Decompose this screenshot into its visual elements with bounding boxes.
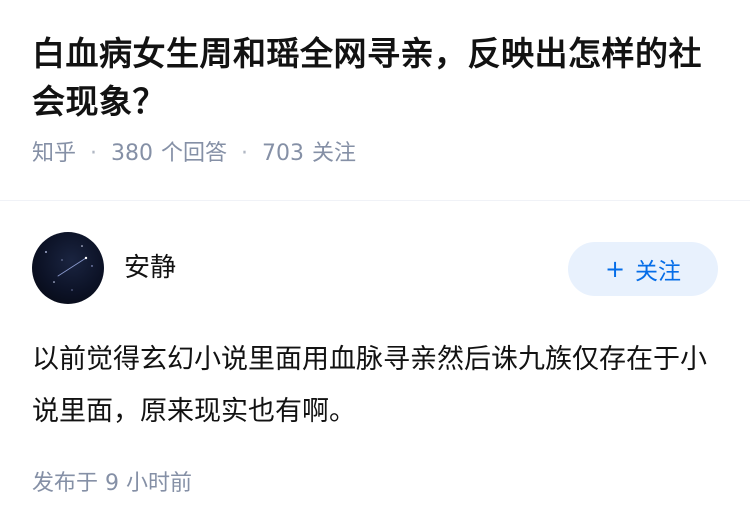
avatar[interactable] (32, 232, 104, 304)
question-title[interactable]: 白血病女生周和瑶全网寻亲，反映出怎样的社会现象？ (32, 30, 718, 126)
followers-count: 703 (262, 141, 305, 166)
followers-label: 关注 (312, 141, 357, 166)
answers-count: 380 (111, 141, 154, 166)
avatar-starry-night-icon (45, 245, 93, 291)
meta-separator: · (241, 141, 249, 166)
plus-icon: + (604, 255, 626, 283)
follow-button[interactable]: + 关注 (568, 242, 718, 296)
question-meta: 知乎 · 380 个回答 · 703 关注 (32, 138, 718, 170)
section-divider (0, 200, 750, 201)
answer-timestamp: 发布于 9 小时前 (32, 471, 192, 496)
question-header: 白血病女生周和瑶全网寻亲，反映出怎样的社会现象？ 知乎 · 380 个回答 · … (0, 0, 750, 170)
author-row: 安静 + 关注 (32, 232, 718, 306)
answers-label[interactable]: 个回答 (161, 138, 227, 170)
answer-content[interactable]: 以前觉得玄幻小说里面用血脉寻亲然后诛九族仅存在于小说里面，原来现实也有啊。 (32, 334, 718, 438)
source-label[interactable]: 知乎 (32, 138, 76, 170)
meta-separator: · (90, 141, 98, 166)
author-name[interactable]: 安静 (124, 250, 176, 286)
answer-card: 安静 + 关注 以前觉得玄幻小说里面用血脉寻亲然后诛九族仅存在于小说里面，原来现… (32, 232, 718, 500)
follow-button-label: 关注 (635, 259, 682, 285)
